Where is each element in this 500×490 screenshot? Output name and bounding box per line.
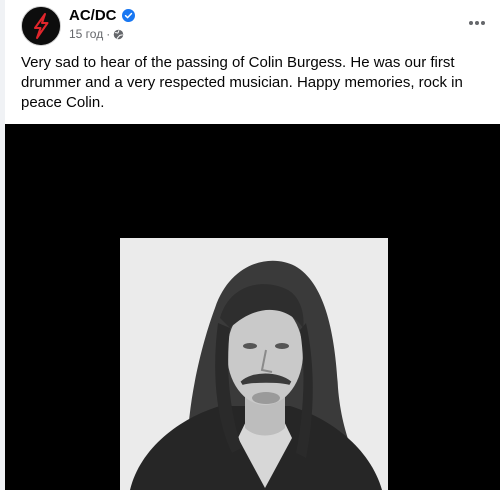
acdc-lightning-logo-icon <box>22 7 60 45</box>
globe-icon[interactable] <box>113 29 124 40</box>
post-timestamp-link[interactable]: 15 год <box>69 27 103 41</box>
page-avatar[interactable] <box>21 6 61 46</box>
more-horizontal-icon <box>469 21 485 25</box>
post-header: AC/DC 15 год · <box>5 0 500 48</box>
post-media[interactable] <box>5 124 500 490</box>
post-photo[interactable] <box>120 238 388 490</box>
post-message: Very sad to hear of the passing of Colin… <box>21 54 463 111</box>
post-meta: 15 год · <box>69 27 124 41</box>
verified-badge-icon <box>121 8 135 22</box>
portrait-illustration <box>120 238 388 490</box>
post-card: AC/DC 15 год · Very sad to hear of the p… <box>5 0 500 490</box>
more-options-button[interactable] <box>462 8 492 38</box>
name-row: AC/DC <box>69 6 135 24</box>
page-name-link[interactable]: AC/DC <box>69 7 117 24</box>
meta-separator: · <box>106 27 111 41</box>
